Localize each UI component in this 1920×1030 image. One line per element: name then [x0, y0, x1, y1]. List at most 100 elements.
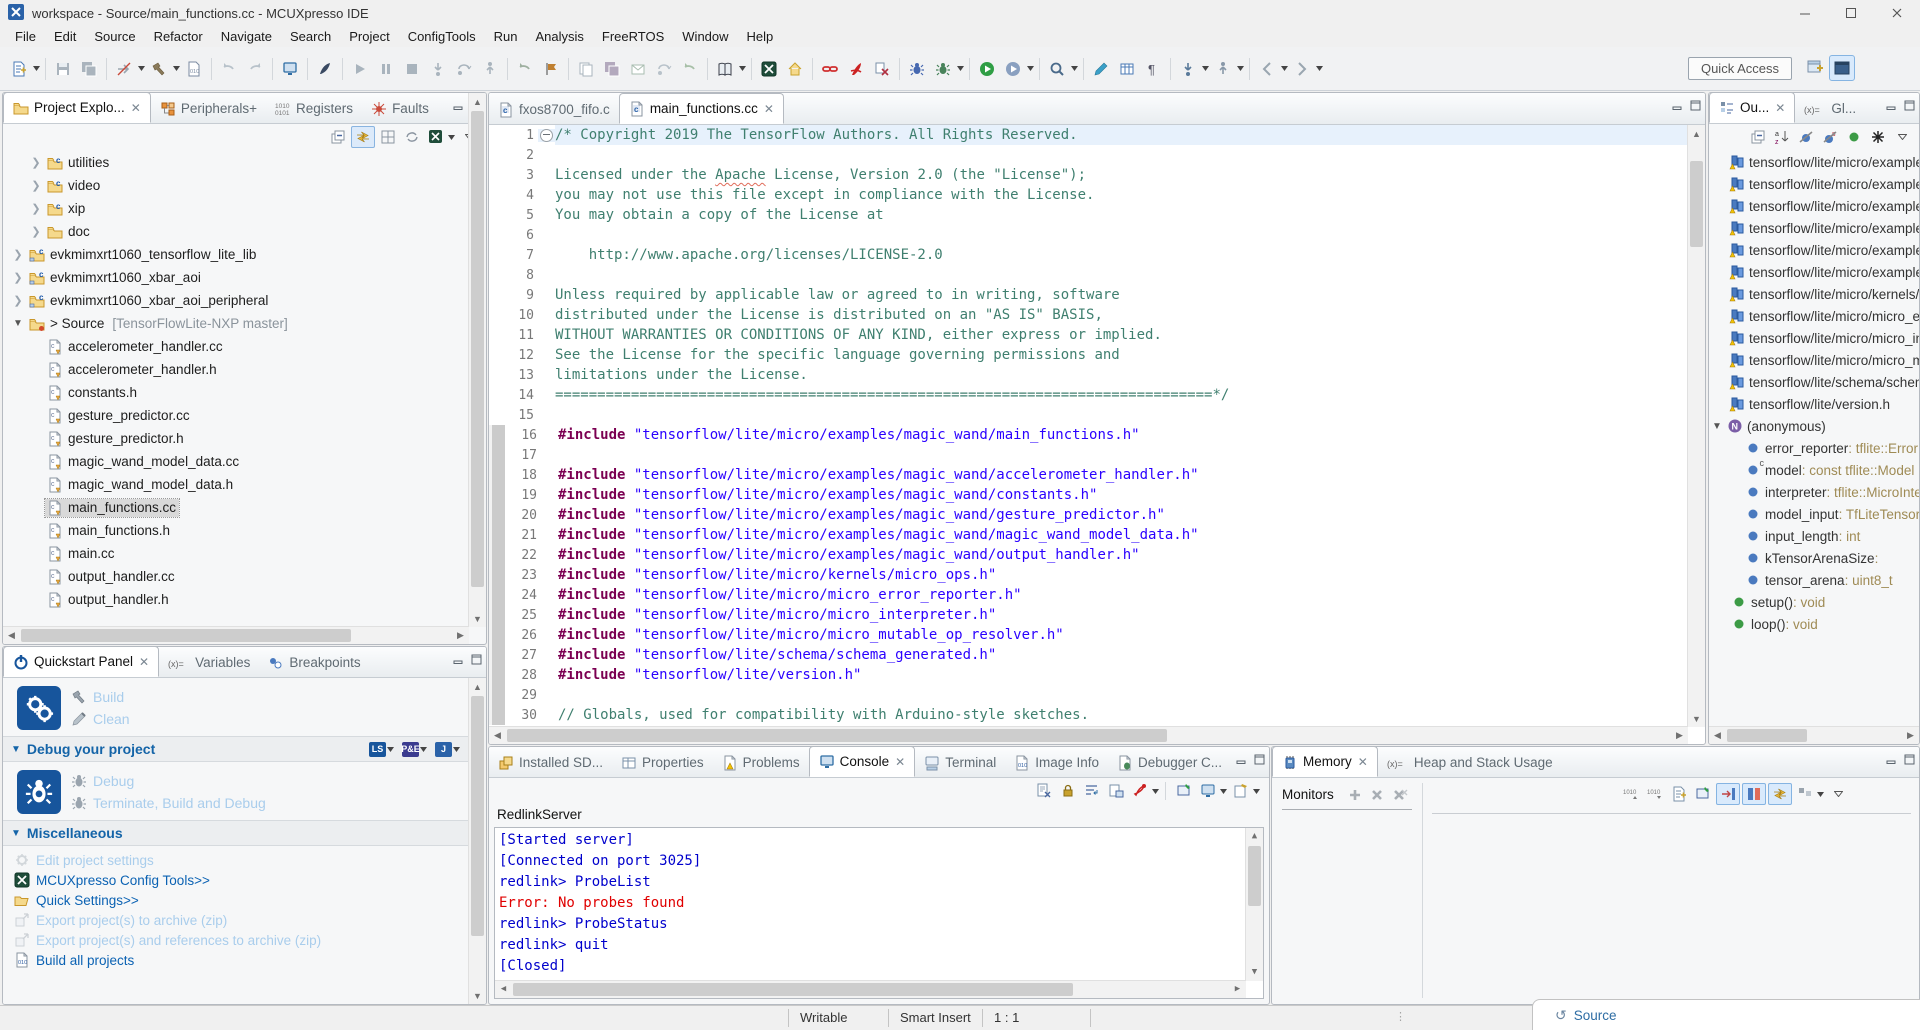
- back-icon[interactable]: [1255, 57, 1279, 81]
- minimize-view-icon[interactable]: [1236, 753, 1247, 768]
- quickstart-misc-item[interactable]: Export project(s) and references to arch…: [3, 930, 469, 950]
- maximize-view-icon[interactable]: [471, 653, 482, 668]
- console-hscrollbar[interactable]: ◀▶: [495, 980, 1246, 998]
- hide-fields-icon[interactable]: [1795, 127, 1817, 147]
- close-tab-icon[interactable]: ✕: [1358, 755, 1368, 769]
- quickstart-misc-item[interactable]: MCUXpresso Config Tools>>: [3, 870, 469, 890]
- terminate-icon[interactable]: [400, 57, 424, 81]
- add-monitor-icon[interactable]: [1348, 788, 1362, 802]
- probe-ls-button[interactable]: LS: [369, 742, 386, 757]
- probe-dropdown-icon[interactable]: [452, 747, 461, 752]
- collapse-all-icon[interactable]: [327, 127, 349, 147]
- new-rendering-a-icon[interactable]: 1010: [1620, 784, 1642, 804]
- tree-item[interactable]: coutput_handler.cc: [3, 565, 469, 588]
- pin-dropdown-icon[interactable]: [1151, 789, 1160, 794]
- source-link[interactable]: Source: [1574, 1008, 1617, 1023]
- build-icon[interactable]: [147, 57, 171, 81]
- console-tab[interactable]: Properties: [612, 748, 713, 777]
- outline-include[interactable]: tensorflow/lite/micro/examples/magic_wan…: [1709, 217, 1919, 239]
- explorer-tab[interactable]: Peripherals+: [151, 94, 266, 123]
- close-tab-icon[interactable]: ✕: [139, 655, 149, 669]
- menu-navigate[interactable]: Navigate: [212, 27, 281, 46]
- outline-function[interactable]: setup() : void: [1709, 591, 1919, 613]
- remove-monitor-icon[interactable]: [1370, 788, 1384, 802]
- outline-include[interactable]: tensorflow/lite/micro/micro_interpreter.…: [1709, 327, 1919, 349]
- run-icon[interactable]: [975, 57, 999, 81]
- table-icon[interactable]: [1115, 57, 1139, 81]
- build-all-icon[interactable]: 010: [182, 57, 206, 81]
- undo-icon[interactable]: [217, 57, 241, 81]
- close-tab-icon[interactable]: ✕: [1775, 101, 1785, 115]
- maximize-view-icon[interactable]: [1690, 99, 1701, 114]
- tree-item[interactable]: cmain_functions.h: [3, 519, 469, 542]
- menu-configtools[interactable]: ConfigTools: [399, 27, 485, 46]
- open-perspective-icon[interactable]: [1803, 55, 1827, 79]
- close-tab-icon[interactable]: ✕: [764, 102, 774, 116]
- annotate-icon-dropdown[interactable]: [1236, 66, 1245, 71]
- new-wizard-icon-dropdown[interactable]: [32, 66, 41, 71]
- quickstart-misc-item[interactable]: Quick Settings>>: [3, 890, 469, 910]
- outline-include[interactable]: tensorflow/lite/micro/examples/magic_wan…: [1709, 239, 1919, 261]
- pins-icon[interactable]: [783, 57, 807, 81]
- step-return-icon[interactable]: [478, 57, 502, 81]
- tree-item[interactable]: ❯cxip: [3, 197, 469, 220]
- editor-vscrollbar[interactable]: ▲▼: [1687, 125, 1705, 727]
- misc-section-header[interactable]: ▼Miscellaneous: [3, 820, 469, 846]
- quickstart-debug-action[interactable]: Debug: [71, 770, 266, 792]
- back-icon-dropdown[interactable]: [1280, 66, 1289, 71]
- hide-non-public-icon[interactable]: [1843, 127, 1865, 147]
- quickstart-vscrollbar[interactable]: ▲▼: [468, 678, 486, 1004]
- close-button[interactable]: [1874, 0, 1920, 26]
- menu-project[interactable]: Project: [340, 27, 398, 46]
- console-tab[interactable]: Terminal: [915, 748, 1005, 777]
- stepgrp-icon[interactable]: [652, 57, 676, 81]
- quickstart-misc-item[interactable]: Edit project settings: [3, 850, 469, 870]
- mcux-config-icon[interactable]: [757, 57, 781, 81]
- toggle-split-icon[interactable]: [1716, 783, 1740, 805]
- save-all-icon[interactable]: [77, 57, 101, 81]
- outline-include[interactable]: tensorflow/lite/micro/micro_mutable_op_r…: [1709, 349, 1919, 371]
- chevron-right-icon[interactable]: ❯: [27, 156, 45, 169]
- editor-tab[interactable]: cfxos8700_fifo.c: [489, 95, 619, 124]
- memory-tab[interactable]: (x)=Heap and Stack Usage: [1378, 748, 1562, 777]
- toggle-table-icon[interactable]: [1742, 783, 1766, 805]
- restart-icon[interactable]: [513, 57, 537, 81]
- menu-search[interactable]: Search: [281, 27, 340, 46]
- display-dropdown-icon[interactable]: [1219, 789, 1228, 794]
- menu-freertos[interactable]: FreeRTOS: [593, 27, 673, 46]
- tree-item[interactable]: cmain.cc: [3, 542, 469, 565]
- quickstart-misc-item[interactable]: Export project(s) to archive (zip): [3, 910, 469, 930]
- outline-include[interactable]: tensorflow/lite/schema/schema_generated.…: [1709, 371, 1919, 393]
- quickstart-clean[interactable]: Clean: [71, 708, 130, 730]
- freertos-a-icon[interactable]: [905, 57, 929, 81]
- minimize-view-icon[interactable]: [453, 653, 464, 668]
- new-wizard-icon[interactable]: [7, 57, 31, 81]
- updown-icon[interactable]: [1176, 57, 1200, 81]
- pin-memory-icon[interactable]: [1692, 784, 1714, 804]
- view-menu-icon[interactable]: [1891, 127, 1913, 147]
- trim-handle[interactable]: ⋮: [1395, 1010, 1407, 1023]
- probe-j-button[interactable]: J: [435, 742, 452, 757]
- profile-icon[interactable]: [1001, 57, 1025, 81]
- grid-icon[interactable]: [377, 127, 399, 147]
- tree-item[interactable]: ▼> Source[TensorFlowLite-NXP master]: [3, 312, 469, 335]
- close-tab-icon[interactable]: ✕: [895, 755, 905, 769]
- tree-item[interactable]: ❯cevkmimxrt1060_tensorflow_lite_lib: [3, 243, 469, 266]
- explorer-vscrollbar[interactable]: ▲▼: [468, 93, 486, 627]
- chevron-down-icon[interactable]: ▼: [9, 318, 27, 329]
- console-tab[interactable]: Installed SD...: [489, 748, 612, 777]
- probe-pe-button[interactable]: P&E: [402, 742, 419, 757]
- show-on-output-icon[interactable]: [1105, 781, 1127, 801]
- tree-item[interactable]: caccelerometer_handler.h: [3, 358, 469, 381]
- pilcrow-icon[interactable]: ¶: [1141, 57, 1165, 81]
- outline-include[interactable]: tensorflow/lite/version.h: [1709, 393, 1919, 415]
- book-icon-dropdown[interactable]: [738, 66, 747, 71]
- explorer-tab[interactable]: 10100101Registers: [266, 94, 362, 123]
- quickstart-tab[interactable]: (x)=Variables: [159, 648, 259, 677]
- outline-namespace[interactable]: ▼N(anonymous): [1709, 415, 1919, 437]
- resume-icon[interactable]: [348, 57, 372, 81]
- minimize-view-icon[interactable]: [1672, 99, 1683, 114]
- hide-inactive-icon[interactable]: [1867, 127, 1889, 147]
- outline-member[interactable]: error_reporter : tflite::ErrorReporter: [1709, 437, 1919, 459]
- console-tab[interactable]: Problems: [713, 748, 809, 777]
